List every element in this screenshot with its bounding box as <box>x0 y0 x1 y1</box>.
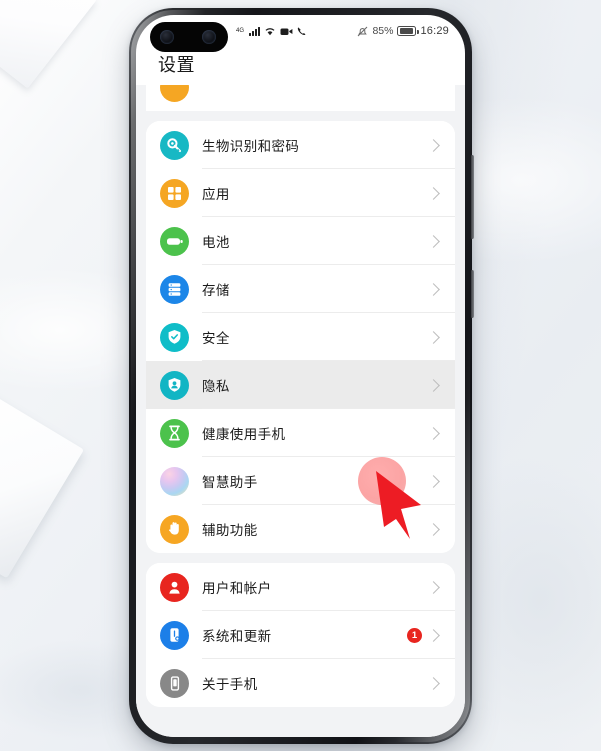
chevron-right-icon <box>427 138 440 152</box>
settings-row-privacy[interactable]: 隐私 <box>146 361 455 409</box>
settings-row-label: 存储 <box>202 283 230 298</box>
phone-device: 4G 85% 16:29 设置 生物识别和密码 应用 电池 存储 安全 隐私 健… <box>129 8 474 744</box>
about-phone-icon <box>160 668 189 698</box>
chevron-right-icon <box>427 522 440 536</box>
settings-row-biometrics[interactable]: 生物识别和密码 <box>146 121 455 169</box>
settings-row-smart-assistant[interactable]: 智慧助手 <box>146 457 455 505</box>
mute-bell-icon <box>357 26 368 37</box>
power-button[interactable] <box>471 270 474 318</box>
chevron-right-icon <box>427 628 440 642</box>
volume-button[interactable] <box>471 155 474 239</box>
clock-label: 16:29 <box>420 25 449 37</box>
settings-row-label: 应用 <box>202 187 230 202</box>
settings-row-label: 安全 <box>202 331 230 346</box>
chevron-right-icon <box>427 330 440 344</box>
settings-row-accessibility[interactable]: 辅助功能 <box>146 505 455 553</box>
settings-row-security[interactable]: 安全 <box>146 313 455 361</box>
background-book-bottom-left <box>0 387 85 579</box>
settings-row-label: 关于手机 <box>202 677 258 692</box>
status-bar-right-icons: 85% 16:29 <box>357 25 449 37</box>
partially-scrolled-row[interactable] <box>146 85 455 111</box>
storage-stack-icon <box>160 274 189 304</box>
user-account-icon <box>160 572 189 602</box>
battery-icon <box>397 26 419 36</box>
system-update-phone-icon <box>160 620 189 650</box>
settings-row-label: 用户和帐户 <box>202 581 272 596</box>
privacy-shield-person-icon <box>160 370 189 400</box>
hand-accessibility-icon <box>160 514 189 544</box>
settings-row-label: 智慧助手 <box>202 475 258 490</box>
settings-row-label: 辅助功能 <box>202 523 258 538</box>
settings-row-apps[interactable]: 应用 <box>146 169 455 217</box>
settings-scroll-list[interactable]: 生物识别和密码 应用 电池 存储 安全 隐私 健康使用手机 智慧助手 辅助功能 … <box>136 85 465 737</box>
settings-row-about-phone[interactable]: 关于手机 <box>146 659 455 707</box>
ai-assistant-sphere-icon <box>160 466 189 496</box>
settings-row-label: 系统和更新 <box>202 629 272 644</box>
shield-check-icon <box>160 322 189 352</box>
chevron-right-icon <box>427 676 440 690</box>
status-bar-left-icons: 4G <box>236 26 307 36</box>
wifi-icon <box>264 26 276 36</box>
chevron-right-icon <box>427 474 440 488</box>
settings-row-label: 健康使用手机 <box>202 427 286 442</box>
chevron-right-icon <box>427 186 440 200</box>
settings-row-storage[interactable]: 存储 <box>146 265 455 313</box>
front-camera-punch-hole <box>150 22 228 52</box>
battery-percent-label: 85% <box>372 25 394 37</box>
hourglass-icon <box>160 418 189 448</box>
settings-row-battery[interactable]: 电池 <box>146 217 455 265</box>
phone-screen: 4G 85% 16:29 设置 生物识别和密码 应用 电池 存储 安全 隐私 健… <box>136 15 465 737</box>
chevron-right-icon <box>427 234 440 248</box>
chevron-right-icon <box>427 580 440 594</box>
scene: 4G 85% 16:29 设置 生物识别和密码 应用 电池 存储 安全 隐私 健… <box>0 0 601 751</box>
settings-row-users-accounts[interactable]: 用户和帐户 <box>146 563 455 611</box>
settings-section-2: 用户和帐户 系统和更新 1 关于手机 <box>146 563 455 707</box>
apps-grid-icon <box>160 178 189 208</box>
chevron-right-icon <box>427 282 440 296</box>
video-camera-icon <box>280 27 293 36</box>
phone-call-icon <box>297 26 307 36</box>
fingerprint-key-icon <box>160 130 189 160</box>
background-paper-top-left <box>0 0 97 89</box>
camera-lens-left-icon <box>160 30 174 44</box>
chevron-right-icon <box>427 378 440 392</box>
network-type-label: 4G <box>236 28 245 34</box>
page-title: 设置 <box>158 55 195 75</box>
status-badge: 1 <box>407 627 422 643</box>
status-bar: 4G 85% 16:29 <box>136 15 465 52</box>
settings-row-system-update[interactable]: 系统和更新 1 <box>146 611 455 659</box>
scrolled-row-icon <box>160 85 189 102</box>
settings-row-label: 电池 <box>202 235 230 250</box>
settings-row-label: 生物识别和密码 <box>202 139 300 154</box>
signal-bars-icon <box>249 26 261 36</box>
chevron-right-icon <box>427 426 440 440</box>
battery-icon <box>160 226 189 256</box>
settings-section-1: 生物识别和密码 应用 电池 存储 安全 隐私 健康使用手机 智慧助手 辅助功能 <box>146 121 455 553</box>
settings-row-label: 隐私 <box>202 379 230 394</box>
settings-row-digital-balance[interactable]: 健康使用手机 <box>146 409 455 457</box>
camera-lens-right-icon <box>202 30 216 44</box>
